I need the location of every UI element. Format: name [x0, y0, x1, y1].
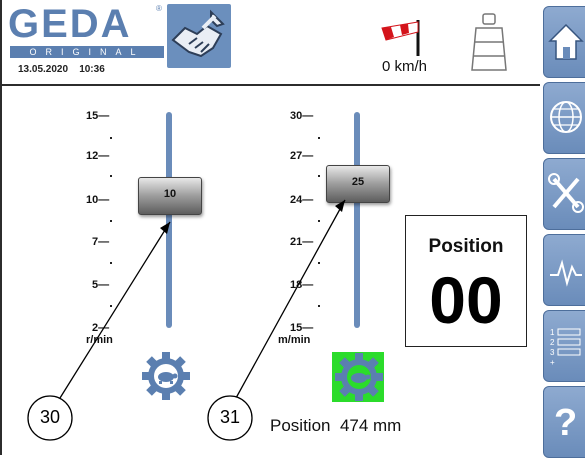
position-readout-value: 474 mm — [339, 416, 402, 435]
scale-label: 15— — [290, 322, 314, 334]
sidebar-item-language[interactable] — [543, 82, 585, 154]
help-icon: ? — [554, 402, 577, 444]
callout-30: 30 — [39, 407, 61, 427]
slider-handle[interactable]: 25 — [326, 165, 390, 203]
scale-label: 10— — [86, 194, 110, 206]
scale-dot — [318, 175, 320, 177]
svg-text:+: + — [550, 358, 555, 367]
header-divider — [0, 84, 540, 86]
date: 13.05.2020 — [18, 64, 69, 75]
slider-track[interactable] — [354, 112, 360, 328]
active-mode-gear-icon[interactable] — [333, 351, 385, 403]
svg-text:2: 2 — [550, 338, 555, 347]
scale-dot — [110, 305, 112, 307]
scale-dot — [318, 137, 320, 139]
unit-label: m/min — [278, 334, 311, 346]
position-readout-label: Position — [270, 416, 331, 435]
svg-text:?: ? — [554, 402, 577, 444]
wind-speed: 0 km/h — [382, 58, 428, 75]
scale-label: 21— — [290, 236, 314, 248]
scale-label: 5— — [92, 279, 110, 291]
position-display: Position 00 — [405, 215, 527, 347]
time: 10:36 — [79, 64, 105, 75]
date-time: 13.05.2020 10:36 — [18, 64, 105, 75]
scale-dot — [318, 220, 320, 222]
scale-label: 2— — [92, 322, 110, 334]
slider-value: 10 — [163, 188, 177, 200]
geda-logo: GEDA ® ORIGINAL 13.05.2020 10:36 — [8, 4, 166, 82]
logo-text: GEDA — [8, 2, 132, 46]
logo-subtitle: ORIGINAL — [10, 46, 164, 58]
tools-icon — [548, 173, 584, 213]
screen: GEDA ® ORIGINAL 13.05.2020 10:36 0 km/h — [0, 0, 585, 458]
position-readout: Position 474 mm — [270, 416, 401, 436]
scale-label: 30— — [290, 110, 314, 122]
svg-text:1: 1 — [550, 328, 555, 337]
scale-label: 7— — [92, 236, 110, 248]
scale-label: 27— — [290, 150, 314, 162]
slider-value: 25 — [351, 176, 365, 188]
callout-31: 31 — [219, 407, 241, 427]
logo-registered-mark: ® — [156, 4, 162, 13]
scale-label: 15— — [86, 110, 110, 122]
scale-label: 24— — [290, 194, 314, 206]
scale-dot — [110, 220, 112, 222]
scale-dot — [318, 305, 320, 307]
scale-dot — [110, 262, 112, 264]
scale-dot — [318, 262, 320, 264]
weight-icon — [471, 13, 507, 71]
scale-label: 12— — [86, 150, 110, 162]
slow-mode-gear-icon[interactable] — [140, 350, 192, 402]
sidebar-item-diagnostics[interactable] — [543, 234, 585, 306]
position-value: 00 — [429, 263, 503, 337]
sidebar-item-help[interactable]: ? — [543, 386, 585, 458]
slider-track[interactable] — [166, 112, 172, 328]
unit-label: r/min — [86, 334, 113, 346]
home-icon — [548, 23, 584, 60]
sidebar: 1 2 3 + ? — [540, 0, 585, 458]
service-handshake-icon — [171, 9, 225, 58]
service-button[interactable] — [167, 4, 231, 68]
list-icon: 1 2 3 + — [550, 328, 581, 367]
windsock-icon — [381, 20, 420, 56]
sidebar-item-home[interactable] — [543, 6, 585, 78]
globe-icon — [550, 101, 582, 133]
slider-handle[interactable]: 10 — [138, 177, 202, 215]
scale-label: 18— — [290, 279, 314, 291]
left-border — [0, 0, 2, 455]
sidebar-item-tools[interactable] — [543, 158, 585, 230]
scale-dot — [110, 175, 112, 177]
svg-text:3: 3 — [550, 348, 555, 357]
diagnostics-icon — [550, 259, 582, 287]
position-title: Position — [428, 236, 504, 257]
scale-dot — [110, 137, 112, 139]
sidebar-item-list[interactable]: 1 2 3 + — [543, 310, 585, 382]
